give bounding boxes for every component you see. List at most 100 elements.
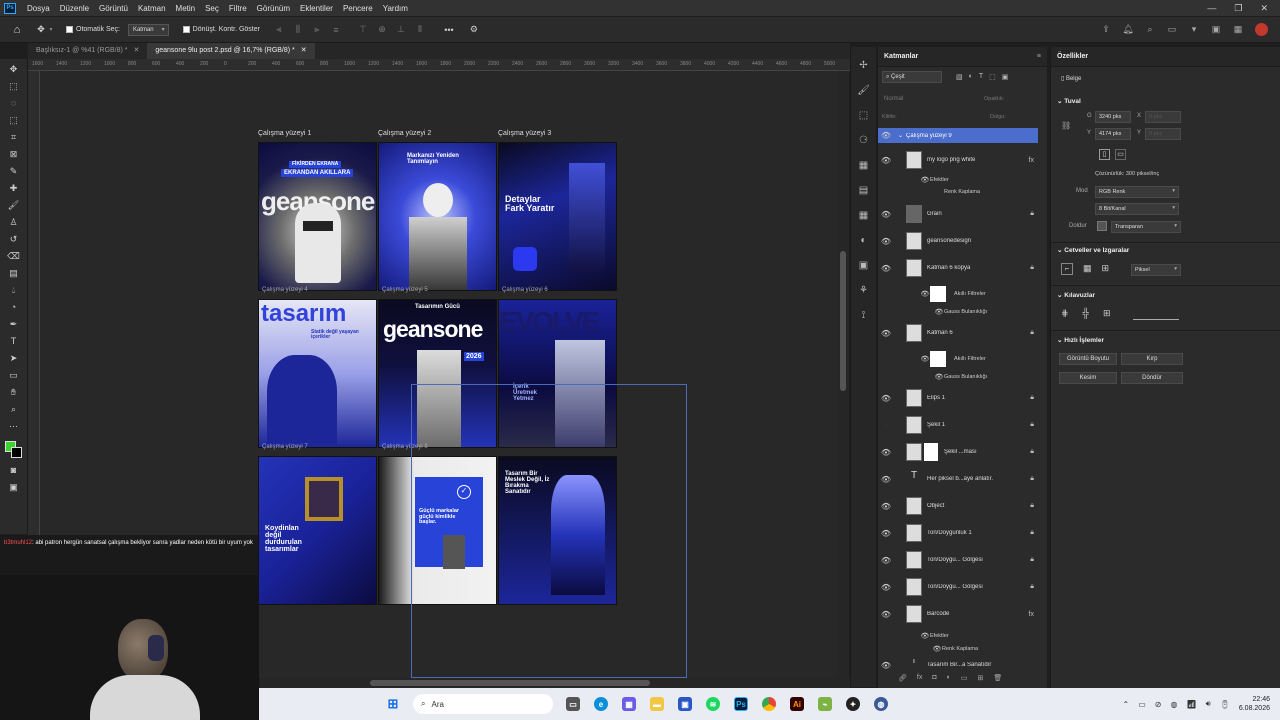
app-icon[interactable]: ✦: [846, 697, 860, 711]
artboard-4[interactable]: tasarım Statik değil yaşayan içerikler: [258, 299, 377, 448]
chevron-up-icon[interactable]: ⌃: [1123, 700, 1130, 709]
background-color[interactable]: [10, 447, 22, 458]
artboard-label-6[interactable]: Çalışma yüzeyi 6: [502, 287, 548, 293]
filter-item-row[interactable]: 👁︎ Gauss Bulanıklığı: [878, 370, 1038, 383]
lock-icon[interactable]: 🔒︎: [1030, 329, 1034, 337]
align-justify-icon[interactable]: ≡: [331, 25, 341, 35]
rulers-section-header[interactable]: ⌄ Cetveller ve Izgaralar: [1057, 246, 1129, 254]
eye-icon[interactable]: 👁︎: [920, 290, 930, 298]
lock-icon[interactable]: 🔒︎: [1030, 529, 1034, 537]
app-tray-icon[interactable]: ⊘: [1155, 700, 1162, 709]
menu-gorunum[interactable]: Görünüm: [252, 4, 295, 13]
eye-icon[interactable]: 👁︎: [878, 264, 894, 273]
close-icon[interactable]: ✕: [133, 47, 139, 54]
share-icon[interactable]: ⇪: [1101, 24, 1111, 35]
close-window-button[interactable]: ✕: [1260, 3, 1268, 14]
portrait-icon[interactable]: ▯: [1099, 149, 1110, 160]
eye-icon[interactable]: 👁︎: [920, 355, 930, 363]
app-icon[interactable]: ⌁: [818, 697, 832, 711]
tab-document-2[interactable]: geansone 9lu post 2.psd @ 16,7% (RGB/8) …: [147, 43, 315, 59]
eye-icon[interactable]: 👁︎: [878, 475, 894, 484]
landscape-icon[interactable]: ▭: [1115, 149, 1126, 160]
maximize-button[interactable]: ❐: [1234, 3, 1242, 14]
gradient-tool-icon[interactable]: ▤: [7, 267, 21, 279]
eye-icon[interactable]: 👁︎: [878, 329, 894, 338]
trash-icon[interactable]: 🗑︎: [993, 674, 1002, 682]
brush-tool-icon[interactable]: 🖌︎: [7, 199, 21, 211]
lock-icon[interactable]: 🔒︎: [1030, 583, 1034, 591]
file-explorer-icon[interactable]: ▬: [650, 697, 664, 711]
close-icon[interactable]: ✕: [301, 47, 307, 54]
avatar[interactable]: [1255, 23, 1268, 36]
effect-item-row[interactable]: 👁︎ Renk Kaplama: [878, 642, 1038, 655]
blur-tool-icon[interactable]: 💧︎: [7, 284, 21, 296]
bit-depth-dropdown[interactable]: 8 Bit/Kanal: [1095, 203, 1179, 215]
styles-icon[interactable]: ▣: [857, 257, 871, 273]
ruler-icon[interactable]: ⌐: [1061, 263, 1073, 275]
quick-actions-section-header[interactable]: ⌄ Hızlı İşlemler: [1057, 336, 1104, 344]
adjustment-icon[interactable]: ◐: [947, 674, 951, 682]
y-field[interactable]: 0 pks: [1145, 128, 1181, 140]
eye-icon[interactable]: 👁︎: [878, 237, 894, 246]
layer-row[interactable]: 👁︎ Ton/Doygu... Gölgesi 🔒︎: [878, 575, 1038, 599]
distribute-icon[interactable]: ⦀: [415, 24, 425, 35]
menu-pencere[interactable]: Pencere: [338, 4, 378, 13]
align-middle-icon[interactable]: ⊕: [377, 24, 387, 35]
lock-icon[interactable]: 🔒︎: [1030, 264, 1034, 272]
panel-title[interactable]: Özellikler: [1057, 53, 1088, 60]
layer-row[interactable]: 👁︎ geansonedesign: [878, 229, 1038, 253]
artboard-tool-icon[interactable]: ⬚: [7, 80, 21, 92]
eye-icon[interactable]: 👁︎: [878, 583, 894, 592]
menu-duzenle[interactable]: Düzenle: [55, 4, 94, 13]
menu-sec[interactable]: Seç: [200, 4, 224, 13]
eye-hidden-icon[interactable]: ·: [878, 421, 894, 430]
width-field[interactable]: 3240 pks: [1095, 111, 1131, 123]
hand-tool-icon[interactable]: ✋︎: [7, 386, 21, 398]
effects-row[interactable]: 👁︎ Efektler: [878, 629, 1038, 642]
fill-swatch[interactable]: [1097, 221, 1107, 231]
guide-settings-icon[interactable]: ⊞: [1103, 308, 1111, 319]
artboard-7[interactable]: Koydinlan değil durdurulan tasarımlar: [258, 456, 377, 605]
apps-icon[interactable]: ▦: [1233, 24, 1243, 35]
menu-katman[interactable]: Katman: [133, 4, 171, 13]
more-options-button[interactable]: •••: [441, 25, 457, 35]
menu-eklentiler[interactable]: Eklentiler: [295, 4, 338, 13]
type-filter-icon[interactable]: T: [979, 73, 983, 81]
layer-row[interactable]: 👁︎ Elips 1 🔒︎: [878, 386, 1038, 410]
eye-icon[interactable]: 👁︎: [878, 156, 894, 165]
workspace-icon[interactable]: ▭: [1167, 24, 1177, 35]
canvas-section-header[interactable]: ⌄ Tuval: [1057, 97, 1081, 105]
store-icon[interactable]: ▣: [678, 697, 692, 711]
x-field[interactable]: 0 pks: [1145, 111, 1181, 123]
artboard-label-1[interactable]: Çalışma yüzeyi 1: [258, 130, 311, 137]
eye-icon[interactable]: 👁︎: [878, 448, 894, 457]
layer-row[interactable]: 👁︎ T Tasarım Bir...a Sanatıdır: [878, 659, 1038, 671]
effect-item-row[interactable]: Renk Kaplama: [878, 185, 1038, 198]
guide-color-line[interactable]: [1133, 308, 1179, 320]
eye-icon[interactable]: 👁︎: [934, 308, 944, 316]
object-select-icon[interactable]: ⬚: [7, 114, 21, 126]
eye-icon[interactable]: 👁︎: [878, 556, 894, 565]
fx-icon[interactable]: fx: [917, 674, 922, 682]
artboard-1[interactable]: FİKİRDEN EKRANA EKRANDAN AKILLARA geanso…: [258, 142, 377, 291]
vertical-scrollbar[interactable]: [837, 71, 849, 678]
rectangle-tool-icon[interactable]: ▭: [7, 369, 21, 381]
fx-badge[interactable]: fx: [1029, 611, 1034, 618]
healing-brush-icon[interactable]: ✚: [7, 182, 21, 194]
artboard-label-7[interactable]: Çalışma yüzeyi 7: [262, 444, 308, 450]
color-swatches[interactable]: [4, 441, 23, 459]
scroll-thumb[interactable]: [370, 680, 650, 686]
lock-icon[interactable]: 🔒︎: [1030, 448, 1034, 456]
link-icon[interactable]: 🔗︎: [898, 674, 907, 682]
edge-browser-icon[interactable]: e: [594, 697, 608, 711]
eye-icon[interactable]: 👁︎: [932, 645, 942, 653]
artboard-label-2[interactable]: Çalışma yüzeyi 2: [378, 130, 431, 137]
guide-layout-icon[interactable]: ⋕: [1061, 308, 1069, 319]
clock[interactable]: 22:46 6.08.2026: [1239, 695, 1270, 713]
layer-row[interactable]: 👁︎ Ton/Doygunluk 1 🔒︎: [878, 521, 1038, 545]
align-right-icon[interactable]: ⫸: [312, 24, 322, 35]
artboard-label-3[interactable]: Çalışma yüzeyi 3: [498, 130, 551, 137]
minimize-button[interactable]: —: [1207, 3, 1216, 14]
quick-mask-icon[interactable]: ◙: [7, 464, 21, 476]
artboard-label-4[interactable]: Çalışma yüzeyi 4: [262, 287, 308, 293]
